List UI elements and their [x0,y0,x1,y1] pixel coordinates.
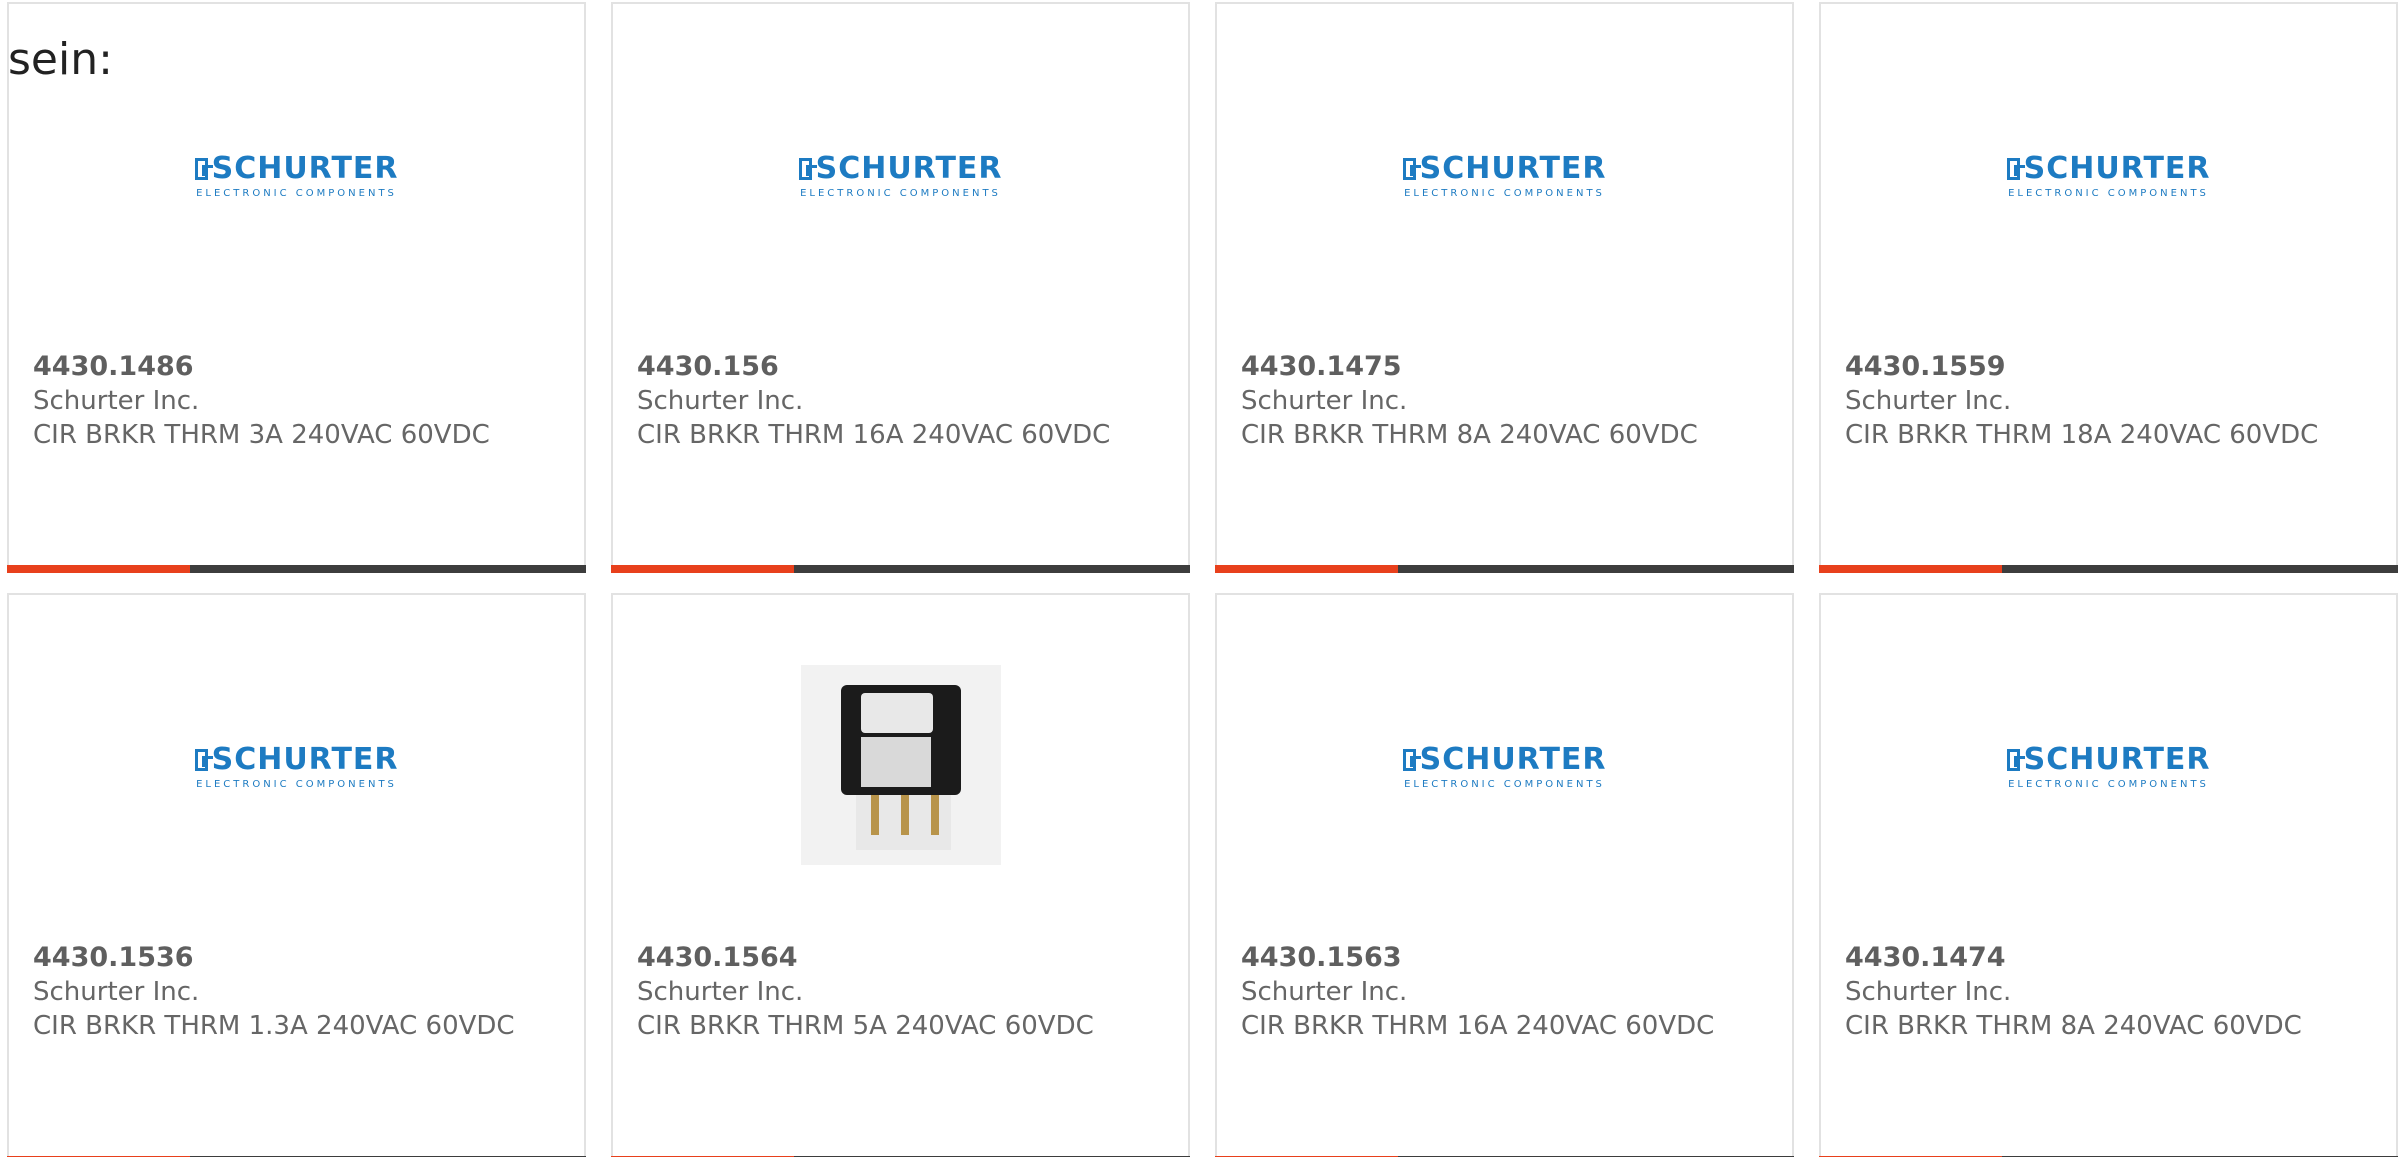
manufacturer: Schurter Inc. [33,386,200,416]
card-bottom-bar [611,565,1190,573]
logo-tagline: ELECTRONIC COMPONENTS [196,188,397,199]
product-card[interactable]: SCHURTER ELECTRONIC COMPONENTS 4430.1474… [1819,593,2398,1157]
schurter-logo: SCHURTER ELECTRONIC COMPONENTS [194,742,399,790]
product-card[interactable]: SCHURTER ELECTRONIC COMPONENTS 4430.1563… [1215,593,1794,1157]
logo-brand: SCHURTER [2023,742,2211,777]
product-card[interactable]: SCHURTER ELECTRONIC COMPONENTS 4430.1559… [1819,2,2398,573]
part-number[interactable]: 4430.1486 [33,350,560,384]
manufacturer: Schurter Inc. [1241,386,1408,416]
schurter-mark-icon [1402,749,1421,771]
schurter-logo: SCHURTER ELECTRONIC COMPONENTS [2006,151,2211,199]
logo-tagline: ELECTRONIC COMPONENTS [2008,188,2209,199]
schurter-logo: SCHURTER ELECTRONIC COMPONENTS [194,151,399,199]
part-number[interactable]: 4430.1475 [1241,350,1768,384]
part-number[interactable]: 4430.1559 [1845,350,2372,384]
schurter-mark-icon [2006,749,2025,771]
part-number[interactable]: 4430.1563 [1241,941,1768,975]
schurter-logo: SCHURTER ELECTRONIC COMPONENTS [2006,742,2211,790]
logo-tagline: ELECTRONIC COMPONENTS [1404,779,1605,790]
logo-tagline: ELECTRONIC COMPONENTS [800,188,1001,199]
logo-brand: SCHURTER [1419,151,1607,186]
schurter-logo: SCHURTER ELECTRONIC COMPONENTS [798,151,1003,199]
description: CIR BRKR THRM 16A 240VAC 60VDC [1241,1011,1715,1041]
manufacturer: Schurter Inc. [1241,977,1408,1007]
schurter-mark-icon [2006,158,2025,180]
product-card[interactable]: 4430.1564 Schurter Inc. CIR BRKR THRM 5A… [611,593,1190,1157]
card-bottom-bar [7,565,586,573]
card-accent [7,565,190,573]
logo-tagline: ELECTRONIC COMPONENTS [1404,188,1605,199]
circuit-breaker-image [800,665,1001,865]
product-card[interactable]: SCHURTER ELECTRONIC COMPONENTS 4430.156 … [611,2,1190,573]
logo-brand: SCHURTER [1419,742,1607,777]
logo-brand: SCHURTER [815,151,1003,186]
logo-tagline: ELECTRONIC COMPONENTS [2008,779,2209,790]
part-number[interactable]: 4430.156 [637,350,1164,384]
description: CIR BRKR THRM 1.3A 240VAC 60VDC [33,1011,515,1041]
part-number[interactable]: 4430.1536 [33,941,560,975]
manufacturer: Schurter Inc. [33,977,200,1007]
product-card[interactable]: SCHURTER ELECTRONIC COMPONENTS 4430.1536… [7,593,586,1157]
schurter-mark-icon [1402,158,1421,180]
logo-tagline: ELECTRONIC COMPONENTS [196,779,397,790]
description: CIR BRKR THRM 5A 240VAC 60VDC [637,1011,1094,1041]
logo-brand: SCHURTER [211,151,399,186]
part-number[interactable]: 4430.1474 [1845,941,2372,975]
manufacturer: Schurter Inc. [637,386,804,416]
schurter-logo: SCHURTER ELECTRONIC COMPONENTS [1402,151,1607,199]
description: CIR BRKR THRM 8A 240VAC 60VDC [1845,1011,2302,1041]
card-bottom-bar [1819,565,2398,573]
logo-brand: SCHURTER [211,742,399,777]
intro-text: sein: [8,34,113,85]
manufacturer: Schurter Inc. [637,977,804,1007]
description: CIR BRKR THRM 3A 240VAC 60VDC [33,420,490,450]
schurter-mark-icon [798,158,817,180]
card-accent [611,565,794,573]
manufacturer: Schurter Inc. [1845,386,2012,416]
logo-brand: SCHURTER [2023,151,2211,186]
schurter-mark-icon [194,158,213,180]
card-bottom-bar [1215,565,1794,573]
part-number[interactable]: 4430.1564 [637,941,1164,975]
description: CIR BRKR THRM 16A 240VAC 60VDC [637,420,1111,450]
card-accent [1215,565,1398,573]
description: CIR BRKR THRM 18A 240VAC 60VDC [1845,420,2319,450]
manufacturer: Schurter Inc. [1845,977,2012,1007]
schurter-logo: SCHURTER ELECTRONIC COMPONENTS [1402,742,1607,790]
product-card[interactable]: SCHURTER ELECTRONIC COMPONENTS 4430.1475… [1215,2,1794,573]
schurter-mark-icon [194,749,213,771]
description: CIR BRKR THRM 8A 240VAC 60VDC [1241,420,1698,450]
card-accent [1819,565,2002,573]
